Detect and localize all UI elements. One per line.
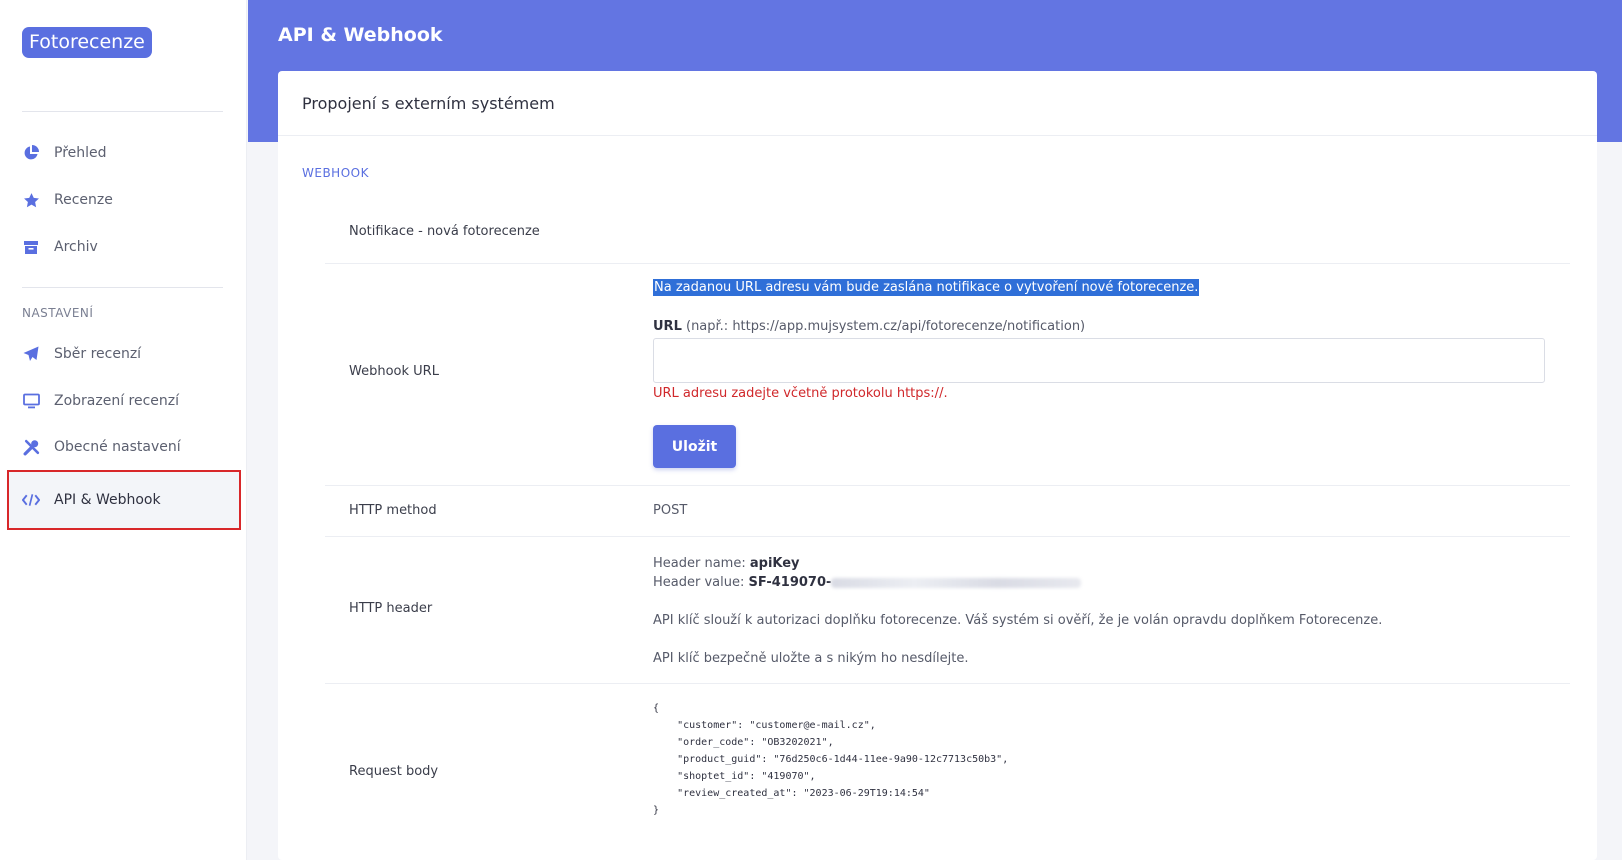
api-key-note-1: API klíč slouží k autorizaci doplňku fot… xyxy=(653,613,1383,628)
sidebar-item-label: Přehled xyxy=(54,145,107,161)
selected-text: Na zadanou URL adresu vám bude zaslána n… xyxy=(653,279,1200,296)
header-name-prefix: Header name: xyxy=(653,556,750,571)
sidebar-item-sber-recenzi[interactable]: Sběr recenzí xyxy=(10,334,240,374)
header-name-line: Header name: apiKey xyxy=(653,554,1382,573)
card-title: Propojení s externím systémem xyxy=(302,93,555,113)
header-details: Header name: apiKey Header value: SF-419… xyxy=(653,554,1382,668)
page-title: API & Webhook xyxy=(278,24,443,46)
row-request-body: Request body { "customer": "customer@e-m… xyxy=(325,684,1570,834)
paper-plane-icon xyxy=(22,345,40,363)
sidebar-item-label: Zobrazení recenzí xyxy=(54,393,180,409)
row-webhook-url: Webhook URL Na zadanou URL adresu vám bu… xyxy=(325,264,1570,486)
blurred-api-key xyxy=(831,577,1082,588)
card-header: Propojení s externím systémem xyxy=(278,71,1597,136)
sidebar-item-zobrazeni-recenzi[interactable]: Zobrazení recenzí xyxy=(10,381,240,421)
request-body-code: { "customer": "customer@e-mail.cz", "ord… xyxy=(653,703,1009,816)
api-key-note-2: API klíč bezpečně uložte a s nikým ho ne… xyxy=(653,651,969,666)
url-example: (např.: https://app.mujsystem.cz/api/fot… xyxy=(681,319,1086,334)
row-label: Webhook URL xyxy=(349,364,439,379)
url-label: URL xyxy=(653,319,682,334)
sidebar-item-obecne-nastaveni[interactable]: Obecné nastavení xyxy=(10,427,240,467)
sidebar-divider xyxy=(22,111,223,112)
row-label: Notifikace - nová fotorecenze xyxy=(349,224,540,239)
sidebar-item-label: API & Webhook xyxy=(54,492,161,508)
sidebar-item-api-webhook[interactable]: API & Webhook xyxy=(7,470,241,530)
sidebar-item-archiv[interactable]: Archiv xyxy=(10,227,240,267)
pie-chart-icon xyxy=(22,144,40,162)
app-logo[interactable]: Fotorecenze xyxy=(22,27,152,58)
sidebar-item-label: Archiv xyxy=(54,239,98,255)
sidebar-item-recenze[interactable]: Recenze xyxy=(10,180,240,220)
save-button[interactable]: Uložit xyxy=(653,425,736,468)
sidebar-item-label: Sběr recenzí xyxy=(54,346,142,362)
sidebar-item-label: Recenze xyxy=(54,192,113,208)
row-label: HTTP header xyxy=(349,601,433,616)
url-field-label: URL (např.: https://app.mujsystem.cz/api… xyxy=(653,319,1085,334)
sidebar: Fotorecenze Přehled Recenze Archiv NASTA… xyxy=(0,0,247,860)
main-card: Propojení s externím systémem WEBHOOK No… xyxy=(278,71,1597,860)
webhook-url-input[interactable] xyxy=(653,338,1545,383)
url-hint: URL adresu zadejte včetně protokolu http… xyxy=(653,386,948,401)
row-http-header: HTTP header Header name: apiKey Header v… xyxy=(325,537,1570,684)
row-label: HTTP method xyxy=(349,503,437,518)
monitor-icon xyxy=(22,392,40,410)
webhook-description: Na zadanou URL adresu vám bude zaslána n… xyxy=(653,279,1200,296)
archive-icon xyxy=(22,238,40,256)
sidebar-item-label: Obecné nastavení xyxy=(54,439,181,455)
header-value-prefix: Header value: xyxy=(653,575,749,590)
header-value-line: Header value: SF-419070- xyxy=(653,573,1382,592)
code-icon xyxy=(22,491,40,509)
star-icon xyxy=(22,191,40,209)
section-label-webhook: WEBHOOK xyxy=(302,166,369,180)
row-notification: Notifikace - nová fotorecenze xyxy=(325,201,1570,264)
http-method-value: POST xyxy=(653,503,688,518)
sidebar-item-prehled[interactable]: Přehled xyxy=(10,133,240,173)
row-label: Request body xyxy=(349,764,439,779)
header-value-value: SF-419070- xyxy=(748,575,832,590)
header-name-value: apiKey xyxy=(749,556,800,571)
sidebar-section-title: NASTAVENÍ xyxy=(22,306,94,320)
sidebar-divider xyxy=(22,287,223,288)
tools-icon xyxy=(22,438,40,456)
row-http-method: HTTP method POST xyxy=(325,486,1570,537)
